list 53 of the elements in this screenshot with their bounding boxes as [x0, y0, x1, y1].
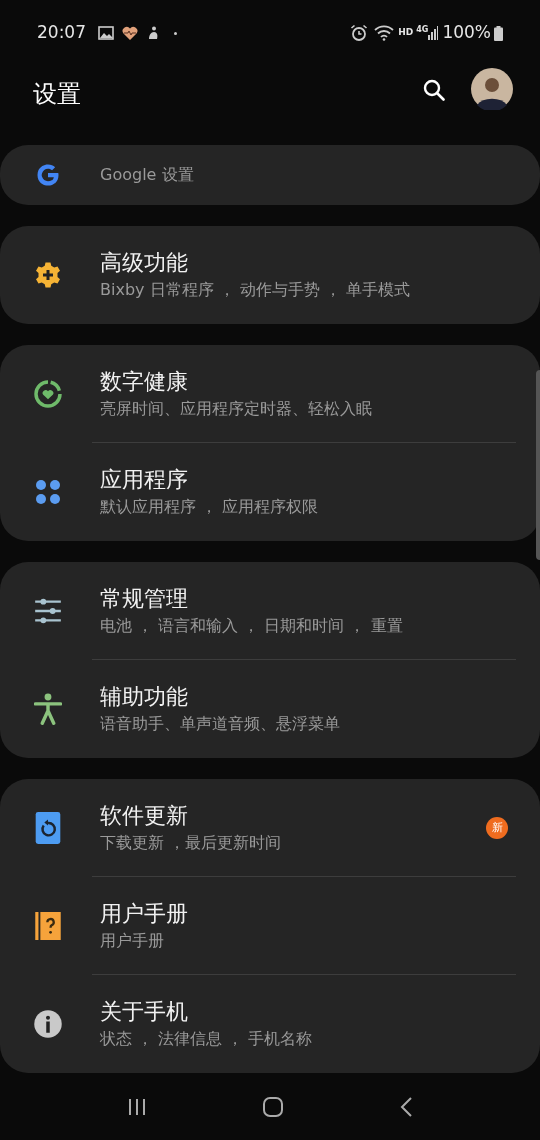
- search-button[interactable]: [423, 79, 445, 101]
- settings-item[interactable]: Google 设置: [0, 145, 540, 205]
- item-subtitle: 用户手册: [100, 930, 165, 952]
- gear-plus-icon: [33, 260, 63, 290]
- page-title: 设置: [33, 79, 81, 110]
- item-title: 数字健康: [100, 368, 189, 396]
- hd-label: HD: [398, 26, 414, 40]
- recent-apps-icon[interactable]: [127, 1096, 148, 1117]
- figure-icon: [146, 26, 160, 40]
- item-title: 常规管理: [100, 585, 189, 613]
- item-subtitle: 下载更新 ，最后更新时间: [100, 832, 283, 854]
- wifi-icon: [374, 25, 395, 41]
- settings-item[interactable]: 常规管理 电池 ， 语言和输入 ， 日期和时间 ， 重置: [0, 562, 540, 660]
- image-icon: [98, 26, 114, 40]
- item-title: 关于手机: [100, 998, 189, 1026]
- item-subtitle: Bixby 日常程序 ， 动作与手势 ， 单手模式: [100, 279, 411, 301]
- search-icon: [423, 79, 445, 101]
- home-icon[interactable]: [262, 1095, 284, 1118]
- item-title: 用户手册: [100, 900, 189, 928]
- battery-percent: 100%: [442, 21, 491, 45]
- settings-item[interactable]: 用户手册 用户手册: [0, 877, 540, 975]
- item-subtitle: Google 设置: [100, 164, 195, 186]
- refresh-tile-icon: [35, 812, 61, 844]
- item-subtitle: 亮屏时间、应用程序定时器、轻松入眠: [100, 398, 373, 420]
- new-badge: 新: [486, 817, 508, 839]
- question-book-icon: [35, 912, 61, 940]
- settings-item[interactable]: 关于手机 状态 ， 法律信息 ， 手机名称: [0, 975, 540, 1073]
- sliders-icon: [34, 598, 62, 624]
- item-subtitle: 默认应用程序 ， 应用程序权限: [100, 496, 320, 518]
- info-icon: [33, 1009, 63, 1039]
- network-type: 4G: [416, 24, 429, 36]
- item-title: 高级功能: [100, 249, 189, 277]
- avatar[interactable]: [471, 68, 513, 110]
- settings-item[interactable]: 应用程序 默认应用程序 ， 应用程序权限: [0, 443, 540, 541]
- item-subtitle: 状态 ， 法律信息 ， 手机名称: [100, 1028, 314, 1050]
- settings-item[interactable]: 数字健康 亮屏时间、应用程序定时器、轻松入眠: [0, 345, 540, 443]
- alarm-icon: [350, 24, 369, 42]
- settings-item[interactable]: 辅助功能 语音助手、单声道音频、悬浮菜单: [0, 660, 540, 758]
- four-dots-icon: [34, 478, 62, 506]
- settings-item[interactable]: 高级功能 Bixby 日常程序 ， 动作与手势 ， 单手模式: [0, 226, 540, 324]
- item-title: 软件更新: [100, 802, 189, 830]
- battery-icon: [494, 25, 503, 41]
- back-icon[interactable]: [398, 1095, 413, 1118]
- status-time: 20:07: [37, 21, 86, 45]
- heart-ring-icon: [32, 378, 64, 410]
- item-title: 辅助功能: [100, 683, 189, 711]
- item-subtitle: 语音助手、单声道音频、悬浮菜单: [100, 713, 341, 735]
- settings-item[interactable]: 软件更新 下载更新 ，最后更新时间 新: [0, 779, 540, 877]
- item-title: 应用程序: [100, 466, 189, 494]
- item-subtitle: 电池 ， 语言和输入 ， 日期和时间 ， 重置: [100, 615, 404, 637]
- person-icon: [34, 693, 62, 725]
- heart-pulse-icon: [122, 26, 138, 40]
- signal-icon: [428, 26, 439, 40]
